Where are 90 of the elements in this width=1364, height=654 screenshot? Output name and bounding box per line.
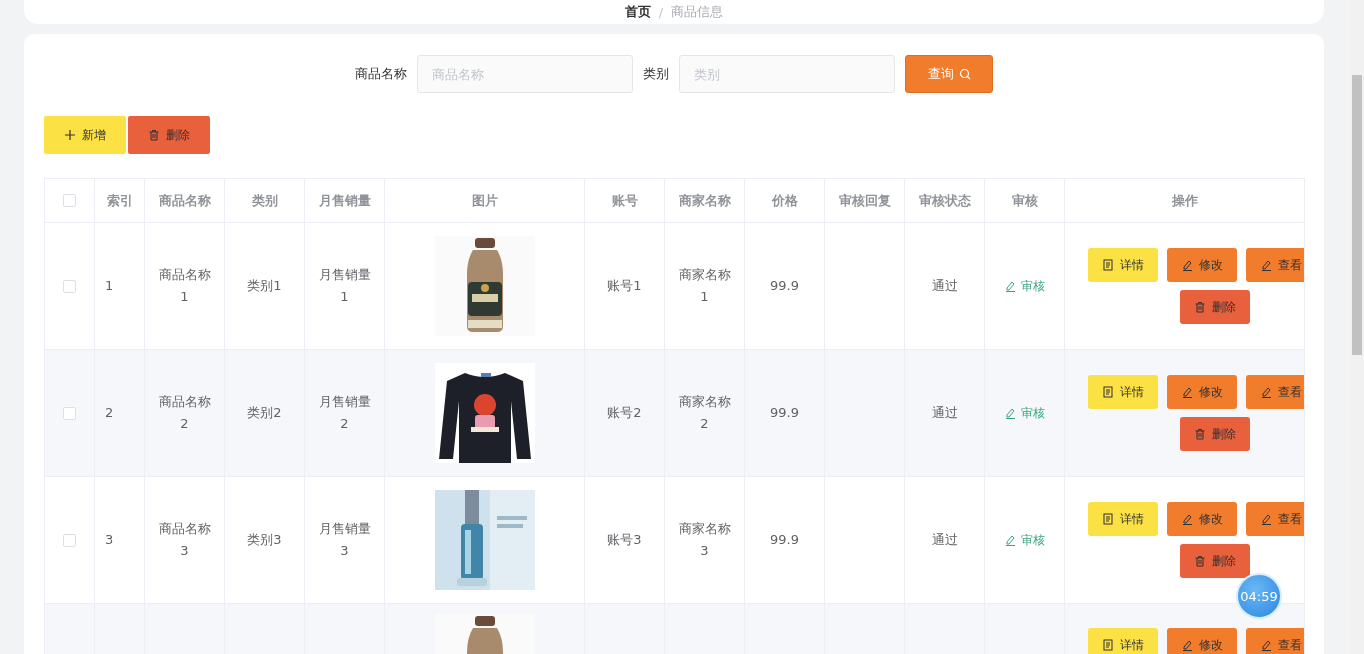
table-cell-text: 账号3 <box>607 531 642 549</box>
delete-button[interactable]: 删除 <box>1180 290 1250 324</box>
table-cell-text: 商品名称1 <box>157 266 212 306</box>
table-cell-text: 月售销量3 <box>317 520 372 560</box>
document-icon <box>1102 639 1114 651</box>
checkbox[interactable] <box>63 194 76 207</box>
document-icon <box>1102 386 1114 398</box>
table-cell-text: 通过 <box>931 531 958 549</box>
table-cell-text: 账号1 <box>607 277 642 295</box>
pen-icon <box>1181 259 1193 271</box>
table-cell-text: 99.9 <box>770 277 799 295</box>
pen-icon <box>1181 513 1193 525</box>
trash-icon <box>1194 428 1206 440</box>
edit-button[interactable]: 修改 <box>1167 375 1237 409</box>
table-cell-text: 类别2 <box>247 404 282 422</box>
column-header: 操作 <box>1171 191 1198 210</box>
pen-icon <box>1004 534 1016 546</box>
document-icon <box>1102 259 1114 271</box>
search-field[interactable]: 类别 <box>679 55 895 93</box>
pen-icon <box>1260 513 1272 525</box>
edit-button[interactable]: 修改 <box>1167 248 1237 282</box>
document-icon <box>1102 513 1114 525</box>
pen-icon <box>1260 386 1272 398</box>
search-icon <box>958 68 971 80</box>
table-cell-text: 月售销量2 <box>317 393 372 433</box>
table-cell-text: 1 <box>105 277 114 295</box>
field-label: 类别 <box>643 65 669 83</box>
checkbox[interactable] <box>63 279 76 293</box>
delete-button[interactable]: 删除 <box>128 116 210 154</box>
table-cell-text: 账号2 <box>607 404 642 422</box>
table-cell-text: 通过 <box>931 277 958 295</box>
delete-button[interactable]: 删除 <box>1180 417 1250 451</box>
scrollbar[interactable] <box>1350 0 1364 654</box>
table-cell-text: 商家名称2 <box>677 393 732 433</box>
scrollbar-thumb[interactable] <box>1352 75 1362 355</box>
detail-button[interactable]: 详情 <box>1088 248 1158 282</box>
review-link[interactable]: 审核 <box>1004 404 1045 422</box>
breadcrumb-item[interactable]: 首页 <box>624 3 651 21</box>
checkbox[interactable] <box>63 406 76 420</box>
table-cell-text: 商品名称3 <box>157 520 212 560</box>
pen-icon <box>1181 639 1193 651</box>
table-cell-text: 99.9 <box>770 404 799 422</box>
breadcrumb-item: 商品信息 <box>671 3 724 21</box>
detail-button[interactable]: 详情 <box>1088 502 1158 536</box>
column-header: 审核状态 <box>918 191 971 210</box>
column-header: 账号 <box>611 191 638 210</box>
edit-button[interactable]: 修改 <box>1167 628 1237 654</box>
table-cell-text: 通过 <box>931 404 958 422</box>
view-button[interactable]: 查看 <box>1246 375 1304 409</box>
column-header: 月售销量 <box>318 191 371 210</box>
column-header: 图片 <box>471 191 498 210</box>
table-cell-text: 商品名称2 <box>157 393 212 433</box>
view-button[interactable]: 查看 <box>1246 628 1304 654</box>
table-cell-text: 类别3 <box>247 531 282 549</box>
table-cell-text: 2 <box>105 404 114 422</box>
pen-icon <box>1004 407 1016 419</box>
column-header: 索引 <box>106 191 133 210</box>
pen-icon <box>1181 386 1193 398</box>
trash-icon <box>1194 301 1206 313</box>
table-cell-text: 商家名称1 <box>677 266 732 306</box>
trash-icon <box>148 129 160 141</box>
review-link[interactable]: 审核 <box>1004 531 1045 549</box>
view-button[interactable]: 查看 <box>1246 502 1304 536</box>
table-cell-text: 类别1 <box>247 277 282 295</box>
breadcrumb-separator: / <box>658 4 664 20</box>
table-cell-text: 3 <box>105 531 114 549</box>
pen-icon <box>1260 639 1272 651</box>
review-link[interactable]: 审核 <box>1004 277 1045 295</box>
search-button[interactable]: 查询 <box>905 55 993 93</box>
table-cell-text: 月售销量1 <box>317 266 372 306</box>
column-header: 价格 <box>771 191 798 210</box>
detail-button[interactable]: 详情 <box>1088 375 1158 409</box>
view-button[interactable]: 查看 <box>1246 248 1304 282</box>
column-header: 审核 <box>1011 191 1038 210</box>
column-header: 商家名称 <box>678 191 731 210</box>
column-header: 类别 <box>251 191 278 210</box>
detail-button[interactable]: 详情 <box>1088 628 1158 654</box>
checkbox[interactable] <box>63 533 76 547</box>
column-header: 商品名称 <box>158 191 211 210</box>
edit-button[interactable]: 修改 <box>1167 502 1237 536</box>
plus-icon <box>64 129 76 141</box>
trash-icon <box>1194 555 1206 567</box>
delete-button[interactable]: 删除 <box>1180 544 1250 578</box>
table-cell-text: 99.9 <box>770 531 799 549</box>
pen-icon <box>1004 280 1016 292</box>
pen-icon <box>1260 259 1272 271</box>
column-header: 审核回复 <box>838 191 891 210</box>
field-label: 商品名称 <box>355 65 407 83</box>
table-cell-text: 商家名称3 <box>677 520 732 560</box>
add-button[interactable]: 新增 <box>44 116 126 154</box>
